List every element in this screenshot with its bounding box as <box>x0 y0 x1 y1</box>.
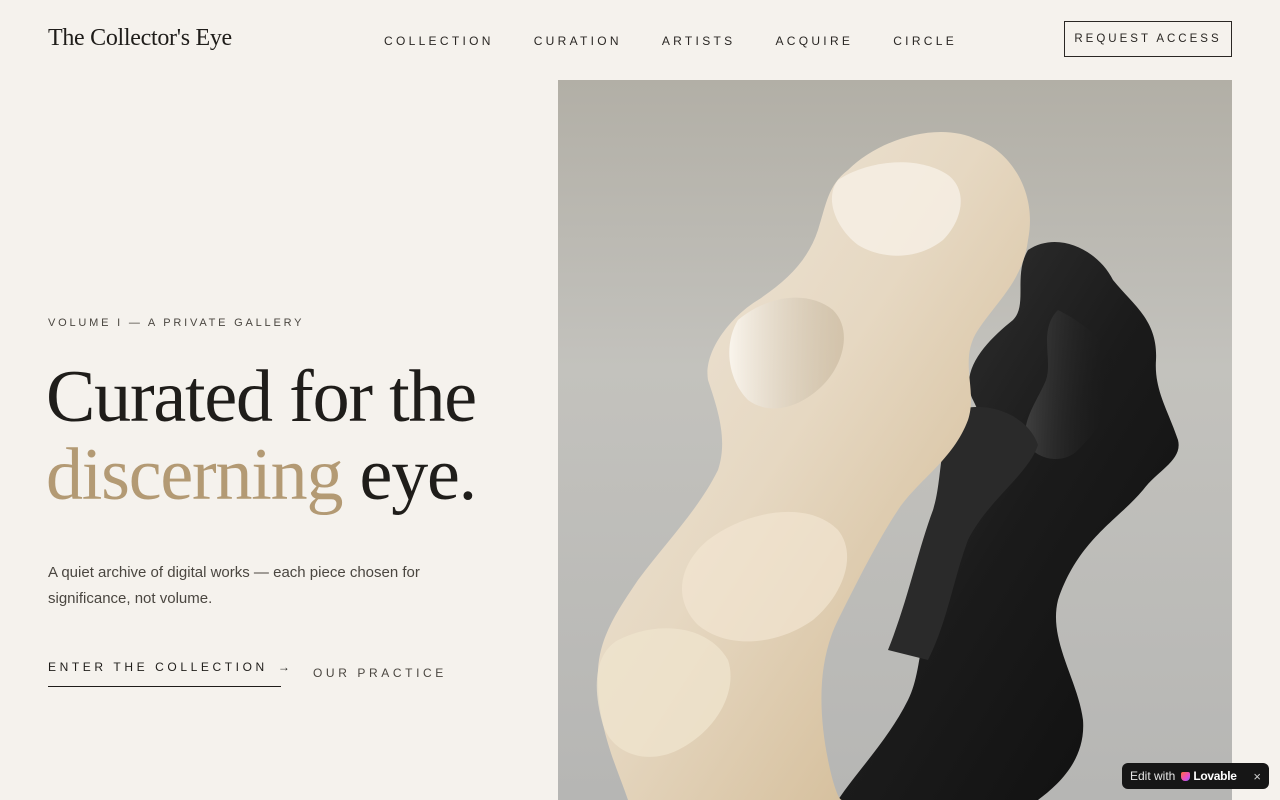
our-practice-link[interactable]: OUR PRACTICE <box>313 666 447 680</box>
headline-accent-word: discerning <box>46 434 343 516</box>
enter-collection-label: ENTER THE COLLECTION <box>48 660 268 674</box>
nav-item-artists[interactable]: ARTISTS <box>662 34 736 48</box>
hero-description: A quiet archive of digital works — each … <box>48 564 420 607</box>
main-nav: COLLECTION CURATION ARTISTS ACQUIRE CIRC… <box>384 34 997 48</box>
nav-item-acquire[interactable]: ACQUIRE <box>775 34 853 48</box>
lovable-badge[interactable]: Edit with Lovable × <box>1122 763 1269 789</box>
lovable-heart-icon <box>1181 771 1191 781</box>
headline-line-1: Curated for the <box>46 356 477 438</box>
request-access-button[interactable]: REQUEST ACCESS <box>1064 21 1232 57</box>
nav-item-curation[interactable]: CURATION <box>534 34 622 48</box>
arrow-right-icon: → <box>277 660 290 674</box>
close-icon[interactable]: × <box>1253 769 1261 784</box>
hero-fabric-image <box>558 80 1232 800</box>
nav-item-circle[interactable]: CIRCLE <box>893 34 957 48</box>
fabric-illustration <box>596 131 1179 800</box>
site-logo[interactable]: The Collector's Eye <box>48 25 232 52</box>
hero-eyebrow: VOLUME I — A PRIVATE GALLERY <box>48 317 305 329</box>
hero-headline: Curated for the discerning eye. <box>46 356 478 516</box>
lovable-brand-label: Lovable <box>1193 769 1237 783</box>
enter-collection-link[interactable]: ENTER THE COLLECTION → <box>48 660 290 687</box>
nav-item-collection[interactable]: COLLECTION <box>384 34 494 48</box>
lovable-edit-label: Edit with <box>1130 769 1176 783</box>
headline-end: eye. <box>342 434 478 516</box>
